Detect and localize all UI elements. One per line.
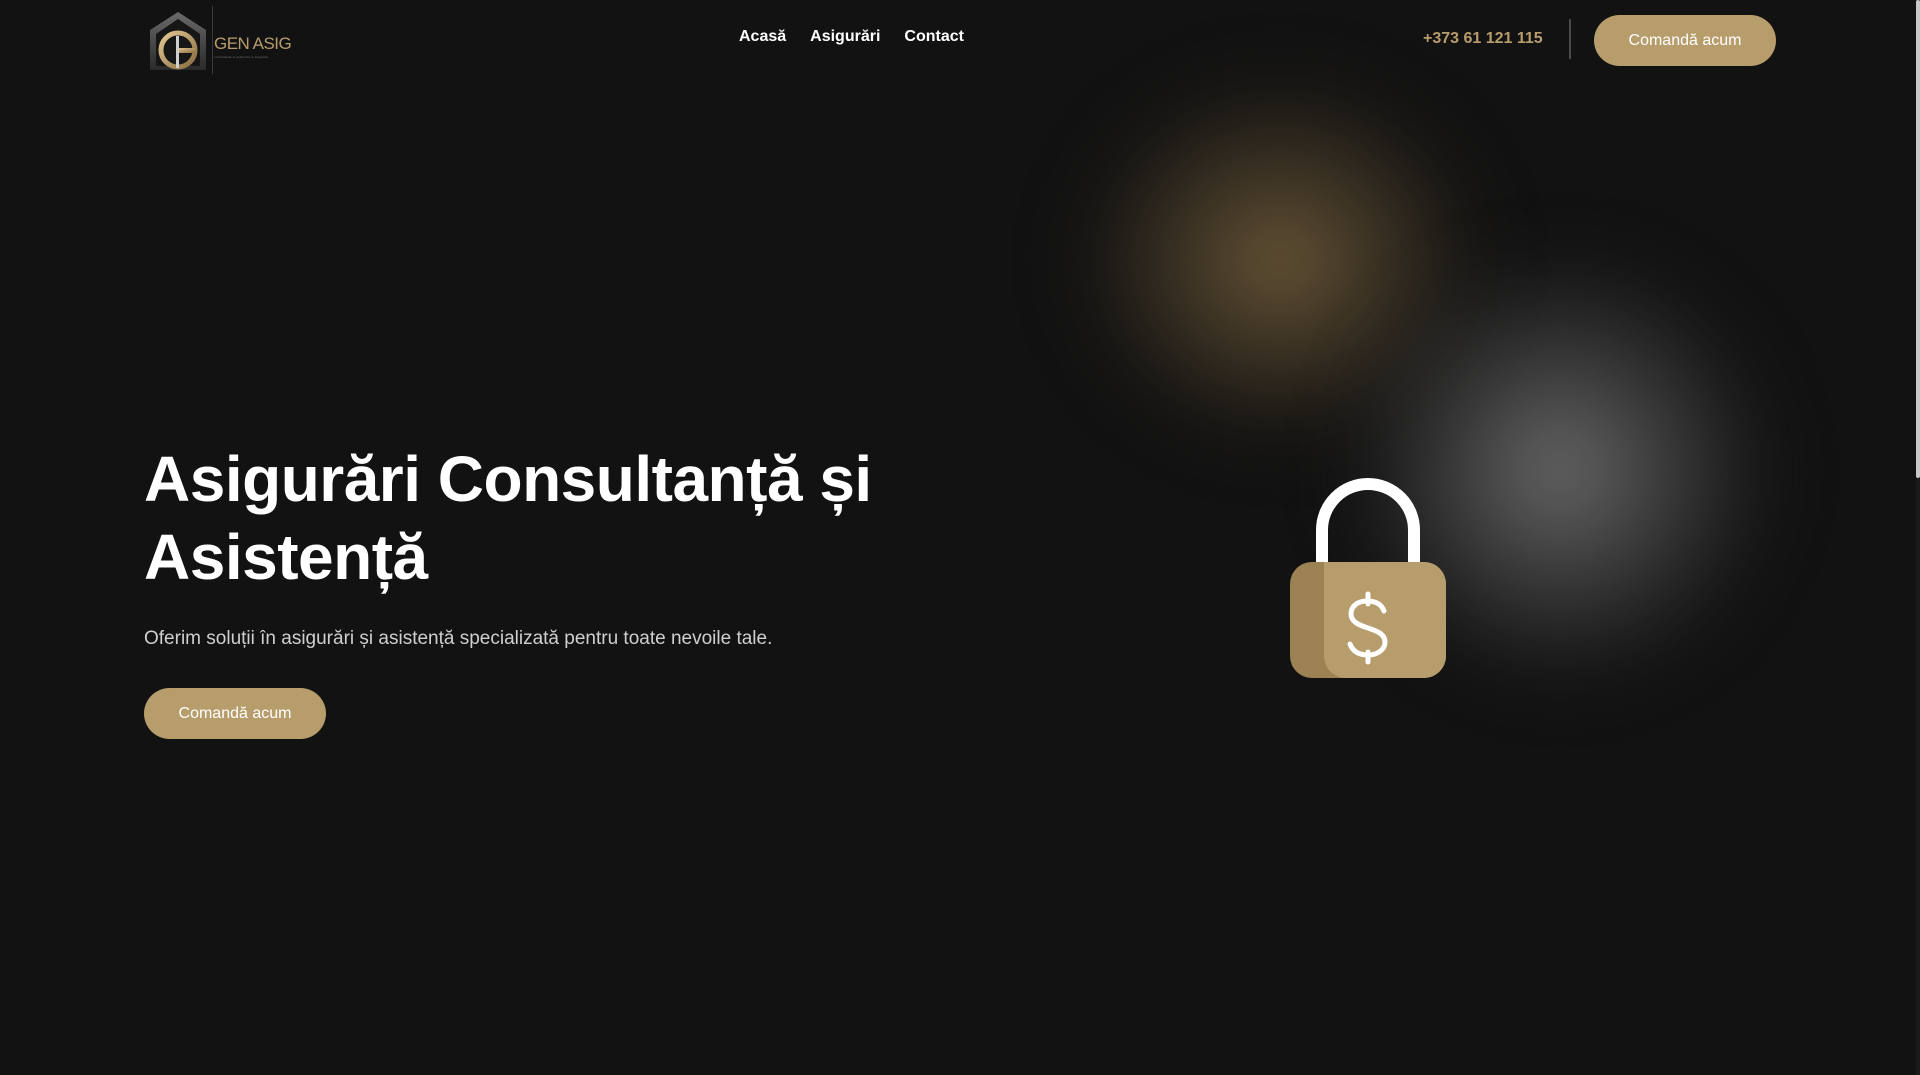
order-now-hero-button[interactable]: Comandă acum xyxy=(144,688,326,739)
hero-subtitle: Oferim soluții în asigurări și asistență… xyxy=(144,628,773,649)
main-nav: Acasă Asigurări Contact xyxy=(739,28,964,46)
logo-mark-icon xyxy=(150,12,206,70)
hero-title: Asigurări Consultanță și Asistență xyxy=(144,443,872,593)
logo[interactable]: GEN ASIG consultanta si asistenta in asi… xyxy=(146,6,296,74)
logo-text: GEN ASIG xyxy=(214,34,292,53)
order-now-header-button[interactable]: Comandă acum xyxy=(1594,15,1776,66)
padlock-dollar-icon xyxy=(1290,478,1446,678)
nav-item-contact[interactable]: Contact xyxy=(904,28,964,46)
site-header: GEN ASIG consultanta si asistenta in asi… xyxy=(0,0,1920,80)
logo-divider xyxy=(212,6,213,74)
phone-link[interactable]: +373 61 121 115 xyxy=(1423,30,1543,48)
nav-item-acasa[interactable]: Acasă xyxy=(739,28,786,46)
page: GEN ASIG consultanta si asistenta in asi… xyxy=(0,0,1920,1075)
scrollbar-thumb[interactable] xyxy=(1916,0,1920,478)
header-divider xyxy=(1569,19,1571,59)
nav-item-asigurari[interactable]: Asigurări xyxy=(810,28,880,46)
logo-tagline: consultanta si asistenta in asigurari xyxy=(214,55,269,59)
